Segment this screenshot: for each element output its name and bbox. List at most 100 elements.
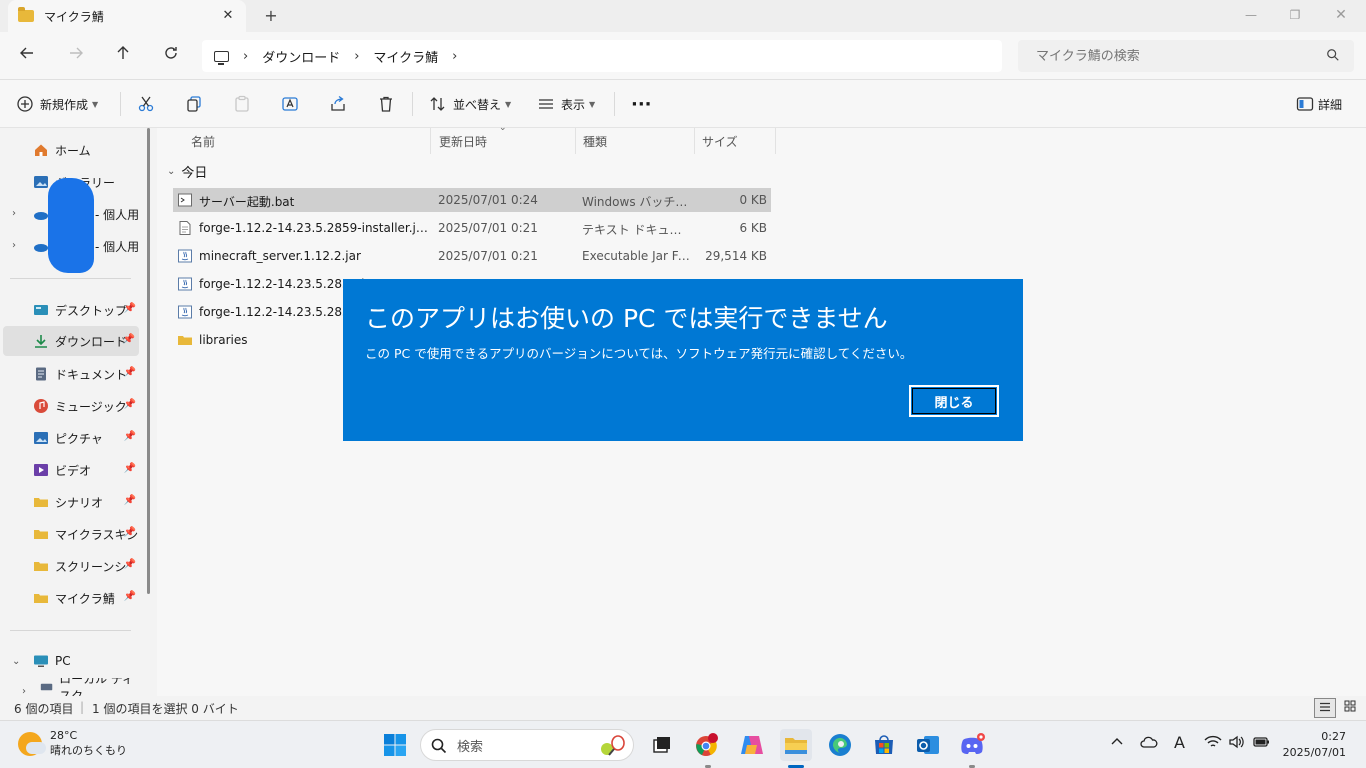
maximize-button[interactable]: ❐ [1272, 0, 1318, 30]
details-pane-button[interactable]: 詳細 [1296, 92, 1342, 116]
taskbar-search[interactable]: 検索 [420, 729, 634, 761]
wifi-button[interactable] [1204, 735, 1222, 753]
sidebar-item-local-disk[interactable]: ローカル ディスク [0, 678, 140, 696]
group-header-today[interactable]: ⌄ 今日 [167, 162, 207, 181]
chevron-right-icon[interactable]: › [354, 49, 359, 64]
show-hidden-icons-button[interactable] [1110, 735, 1124, 753]
close-dialog-button[interactable]: 閉じる [909, 385, 999, 417]
chevron-right-icon[interactable]: › [243, 49, 248, 64]
sidebar-item-label: ホーム [55, 143, 91, 158]
plus-circle-icon [17, 96, 33, 112]
sidebar-item-pc[interactable]: PC [0, 646, 140, 676]
rename-button[interactable] [281, 92, 299, 116]
sidebar-item-music[interactable]: ミュージック 📌 [0, 391, 140, 421]
pin-icon[interactable]: 📌 [124, 303, 136, 314]
search-icon[interactable] [1326, 48, 1340, 62]
chevron-right-icon[interactable]: › [452, 49, 457, 64]
search-input[interactable] [1036, 48, 1316, 64]
sidebar-item-mc-skins[interactable]: マイクラスキン 📌 [0, 519, 140, 549]
pin-icon[interactable]: 📌 [124, 591, 136, 602]
sidebar-item-downloads[interactable]: ダウンロード 📌 [3, 326, 139, 356]
sort-button[interactable]: 並べ替え ▼ [429, 92, 511, 116]
search-box[interactable] [1018, 40, 1354, 72]
sidebar-item-desktop[interactable]: デスクトップ 📌 [0, 295, 140, 325]
crumb-current-folder[interactable]: マイクラ鯖 [373, 47, 438, 66]
minimize-button[interactable]: — [1228, 0, 1274, 30]
navigation-pane: ホーム ギャラリー › - 個人用 › - 個人用 デスクトップ 📌 ダウンロー… [0, 128, 155, 697]
file-explorer-button[interactable] [780, 729, 812, 761]
pin-icon[interactable]: 📌 [123, 334, 135, 345]
crumb-downloads[interactable]: ダウンロード [262, 47, 340, 66]
up-button[interactable] [109, 42, 137, 70]
chrome-button[interactable] [691, 729, 723, 761]
details-view-button[interactable] [1314, 698, 1336, 718]
refresh-button[interactable] [157, 42, 185, 70]
pc-icon[interactable] [214, 50, 229, 65]
sidebar-item-mc-server[interactable]: マイクラ鯖 📌 [0, 583, 140, 613]
pin-icon[interactable]: 📌 [124, 463, 136, 474]
sidebar-scrollbar[interactable] [147, 128, 150, 594]
new-tab-button[interactable]: + [260, 5, 282, 27]
file-name: minecraft_server.1.12.2.jar [199, 249, 361, 263]
pin-icon[interactable]: 📌 [124, 559, 136, 570]
rename-icon [282, 97, 298, 111]
pin-icon[interactable]: 📌 [124, 367, 136, 378]
onedrive-tray-button[interactable] [1140, 735, 1158, 753]
close-window-button[interactable]: ✕ [1318, 0, 1364, 30]
share-icon [331, 95, 345, 111]
sidebar-item-home[interactable]: ホーム [0, 135, 140, 165]
file-explorer-icon [785, 738, 807, 754]
back-button[interactable] [13, 42, 41, 70]
start-button[interactable] [379, 729, 411, 761]
sidebar-item-documents[interactable]: ドキュメント 📌 [0, 359, 140, 389]
discord-button[interactable] [956, 729, 988, 761]
column-header-date[interactable]: 更新日時 ⌄ [433, 123, 576, 154]
share-button[interactable] [329, 92, 347, 116]
delete-button[interactable] [377, 92, 395, 116]
chevron-up-icon [1111, 738, 1123, 745]
tab-close-button[interactable]: ✕ [218, 6, 238, 26]
battery-button[interactable] [1252, 735, 1270, 753]
sort-indicator-icon: ⌄ [499, 123, 507, 133]
system-clock[interactable]: 0:27 2025/07/01 [1283, 729, 1346, 761]
column-header-name[interactable]: 名前 [185, 128, 431, 154]
store-button[interactable] [868, 729, 900, 761]
paste-icon [235, 95, 249, 112]
weather-widget[interactable]: 28°C 晴れのちくもり [18, 729, 127, 758]
weather-description: 晴れのちくもり [50, 744, 127, 757]
window-tab[interactable]: マイクラ鯖 ✕ [8, 0, 246, 32]
copy-button[interactable] [185, 92, 203, 116]
column-header-type[interactable]: 種類 [577, 128, 695, 154]
pin-icon[interactable]: 📌 [124, 495, 136, 506]
redaction-mark [48, 178, 94, 273]
tiles-view-button[interactable] [1339, 698, 1361, 718]
table-row[interactable]: minecraft_server.1.12.2.jar 2025/07/01 0… [173, 244, 771, 268]
store-icon [875, 735, 893, 754]
outlook-button[interactable] [912, 729, 944, 761]
pin-icon[interactable]: 📌 [124, 431, 136, 442]
sidebar-item-screenshots[interactable]: スクリーンショット 📌 [0, 551, 140, 581]
paste-button[interactable] [233, 92, 251, 116]
gallery-icon [34, 176, 48, 188]
cut-button[interactable] [137, 92, 155, 116]
sidebar-item-scenario[interactable]: シナリオ 📌 [0, 487, 140, 517]
column-header-size[interactable]: サイズ [696, 128, 776, 154]
view-button[interactable]: 表示 ▼ [537, 92, 595, 116]
sidebar-item-pictures[interactable]: ピクチャ 📌 [0, 423, 140, 453]
table-row[interactable]: サーバー起動.bat 2025/07/01 0:24 Windows バッチ フ… [173, 188, 771, 212]
pin-icon[interactable]: 📌 [124, 527, 136, 538]
details-pane-icon [1296, 97, 1314, 111]
sidebar-item-label: ドキュメント [55, 367, 128, 382]
edge-button[interactable] [824, 729, 856, 761]
volume-button[interactable] [1228, 735, 1244, 753]
new-button[interactable]: 新規作成 ▼ [16, 92, 98, 116]
more-options-button[interactable]: ··· [631, 92, 652, 116]
ime-indicator[interactable]: A [1174, 733, 1185, 752]
breadcrumb[interactable]: › ダウンロード › マイクラ鯖 › [202, 40, 1002, 72]
copilot-button[interactable] [736, 729, 768, 761]
sidebar-item-videos[interactable]: ビデオ 📌 [0, 455, 140, 485]
table-row[interactable]: forge-1.12.2-14.23.5.2859-installer.jar.… [173, 216, 771, 240]
task-view-button[interactable] [646, 729, 678, 761]
forward-button[interactable] [62, 42, 90, 70]
pin-icon[interactable]: 📌 [124, 399, 136, 410]
